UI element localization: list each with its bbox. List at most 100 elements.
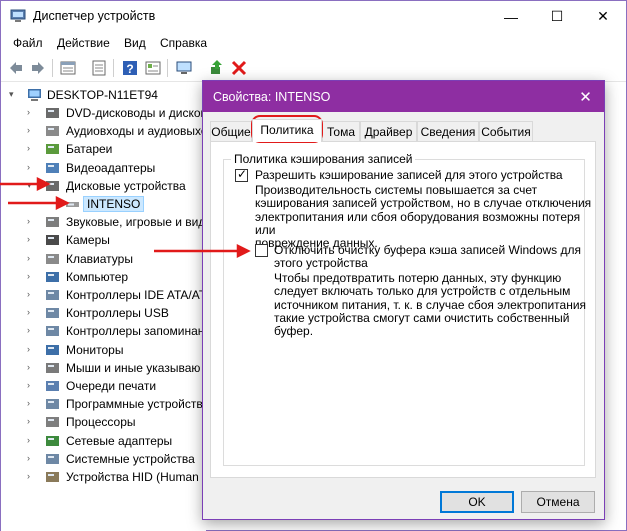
disable-cache-flush-label[interactable]: Отключить очистку буфера кэша записей Wi… bbox=[274, 244, 581, 270]
tab-events[interactable]: События bbox=[479, 121, 533, 141]
cancel-button[interactable]: Отмена bbox=[521, 491, 595, 513]
description-line: буфер. bbox=[274, 324, 314, 339]
tree-item[interactable]: INTENSO bbox=[1, 195, 206, 213]
menu-view[interactable]: Вид bbox=[124, 36, 146, 50]
tree-item-label: Батареи bbox=[66, 142, 113, 157]
chevron-right-icon[interactable]: › bbox=[27, 216, 30, 226]
help-icon[interactable]: ? bbox=[121, 59, 139, 77]
tree-item[interactable]: › Мыши и иные указываю bbox=[1, 359, 206, 377]
menu-help[interactable]: Справка bbox=[160, 36, 207, 50]
checkmark-icon: ✓ bbox=[237, 167, 248, 181]
chevron-right-icon[interactable]: › bbox=[27, 253, 30, 263]
chevron-right-icon[interactable]: › bbox=[27, 398, 30, 408]
tree-item[interactable]: › Компьютер bbox=[1, 268, 206, 286]
menu-action[interactable]: Действие bbox=[57, 36, 110, 50]
tree-root-label: DESKTOP-N11ET94 bbox=[47, 88, 158, 102]
camera-icon bbox=[46, 235, 59, 246]
chevron-right-icon[interactable]: › bbox=[27, 271, 30, 281]
chevron-down-icon[interactable]: ▾ bbox=[27, 180, 32, 191]
sound-icon bbox=[46, 217, 59, 228]
tree-item[interactable]: › Клавиатуры bbox=[1, 250, 206, 268]
update-driver-icon[interactable] bbox=[208, 59, 226, 77]
tree-item[interactable]: › Очереди печати bbox=[1, 377, 206, 395]
tab-policy[interactable]: Политика bbox=[252, 119, 322, 142]
software-device-icon bbox=[46, 399, 59, 410]
ide-controller-icon bbox=[46, 290, 59, 300]
tree-item[interactable]: › Сетевые адаптеры bbox=[1, 432, 206, 450]
toolbar-separator bbox=[113, 59, 114, 77]
tab-driver[interactable]: Драйвер bbox=[360, 121, 417, 141]
system-device-icon bbox=[46, 453, 59, 464]
maximize-button[interactable]: ☐ bbox=[534, 1, 580, 32]
tree-item[interactable]: › Процессоры bbox=[1, 413, 206, 431]
maximize-icon: ☐ bbox=[550, 8, 564, 24]
tree-item[interactable]: › Устройства HID (Human I bbox=[1, 468, 206, 486]
tree-item-label: Компьютер bbox=[66, 269, 129, 284]
back-arrow-icon[interactable] bbox=[7, 59, 25, 77]
chevron-right-icon[interactable]: › bbox=[27, 162, 30, 172]
close-icon: ✕ bbox=[579, 88, 592, 106]
chevron-right-icon[interactable]: › bbox=[27, 289, 30, 299]
processor-icon bbox=[46, 417, 59, 428]
view-icon[interactable] bbox=[144, 59, 162, 77]
dialog-titlebar[interactable]: Свойства: INTENSO ✕ bbox=[203, 81, 604, 112]
chevron-right-icon[interactable]: › bbox=[27, 362, 30, 372]
tree-item[interactable]: › Батареи bbox=[1, 140, 206, 158]
tree-item[interactable]: › Аудиовходы и аудиовыхо bbox=[1, 122, 206, 140]
chevron-right-icon[interactable]: › bbox=[27, 325, 30, 335]
computer-icon bbox=[28, 89, 41, 101]
monitor-icon[interactable] bbox=[175, 59, 193, 77]
chevron-right-icon[interactable]: › bbox=[27, 416, 30, 426]
tree-item[interactable]: › DVD-дисководы и дисково bbox=[1, 104, 206, 122]
chevron-right-icon[interactable]: › bbox=[27, 234, 30, 244]
tree-item[interactable]: ▾ Дисковые устройства bbox=[1, 177, 206, 195]
chevron-right-icon[interactable]: › bbox=[27, 125, 30, 135]
tree-item[interactable]: › Контроллеры IDE ATA/AT bbox=[1, 286, 206, 304]
chevron-right-icon[interactable]: › bbox=[27, 380, 30, 390]
tree-item[interactable]: › Камеры bbox=[1, 231, 206, 249]
remove-device-icon[interactable] bbox=[230, 59, 248, 77]
chevron-right-icon[interactable]: › bbox=[27, 143, 30, 153]
enable-write-cache-label[interactable]: Разрешить кэширование записей для этого … bbox=[255, 169, 563, 182]
network-adapter-icon bbox=[46, 435, 59, 446]
tree-item-label: INTENSO bbox=[82, 196, 145, 212]
ok-button[interactable]: OK bbox=[440, 491, 514, 513]
chevron-right-icon[interactable]: › bbox=[27, 453, 30, 463]
toolbar-separator bbox=[52, 59, 53, 77]
main-titlebar[interactable]: Диспетчер устройств — ☐ ✕ bbox=[1, 1, 626, 32]
toolbar: ? bbox=[1, 54, 626, 82]
chevron-right-icon[interactable]: › bbox=[27, 435, 30, 445]
tree-root[interactable]: ▾ DESKTOP-N11ET94 bbox=[1, 86, 206, 104]
tree-item[interactable]: › Звуковые, игровые и вид bbox=[1, 213, 206, 231]
disable-cache-flush-checkbox[interactable] bbox=[255, 244, 268, 257]
chevron-right-icon[interactable]: › bbox=[27, 107, 30, 117]
forward-arrow-icon[interactable] bbox=[29, 59, 47, 77]
properties-icon[interactable] bbox=[59, 59, 77, 77]
tree-item-label: Контроллеры IDE ATA/AT bbox=[66, 288, 206, 302]
chevron-down-icon[interactable]: ▾ bbox=[9, 89, 14, 100]
menu-file[interactable]: Файл bbox=[13, 36, 43, 50]
tab-general[interactable]: Общие bbox=[210, 121, 252, 141]
minimize-button[interactable]: — bbox=[488, 1, 534, 32]
tree-item[interactable]: › Программные устройства bbox=[1, 395, 206, 413]
tree-item[interactable]: › Видеоадаптеры bbox=[1, 159, 206, 177]
close-button[interactable]: ✕ bbox=[580, 1, 626, 32]
tab-volumes[interactable]: Тома bbox=[322, 121, 360, 141]
enable-write-cache-checkbox[interactable]: ✓ bbox=[235, 167, 248, 182]
tree-item-label: DVD-дисководы и дисково bbox=[66, 106, 206, 120]
tree-item[interactable]: › Системные устройства bbox=[1, 450, 206, 468]
tree-item[interactable]: › Контроллеры запоминан bbox=[1, 322, 206, 340]
tab-details[interactable]: Сведения bbox=[417, 121, 479, 141]
chevron-right-icon[interactable]: › bbox=[27, 471, 30, 481]
properties-dialog: Свойства: INTENSO ✕ Общие Политика Тома … bbox=[202, 80, 605, 520]
list-icon[interactable] bbox=[90, 59, 108, 77]
tree-item[interactable]: › Мониторы bbox=[1, 341, 206, 359]
tree-item[interactable]: › Контроллеры USB bbox=[1, 304, 206, 322]
label-line: этого устройства bbox=[274, 256, 368, 270]
svg-text:?: ? bbox=[126, 62, 133, 76]
dialog-close-button[interactable]: ✕ bbox=[567, 81, 604, 112]
tree-item-label: Камеры bbox=[66, 233, 110, 248]
chevron-right-icon[interactable]: › bbox=[27, 344, 30, 354]
battery-icon bbox=[46, 144, 59, 155]
chevron-right-icon[interactable]: › bbox=[27, 307, 30, 317]
